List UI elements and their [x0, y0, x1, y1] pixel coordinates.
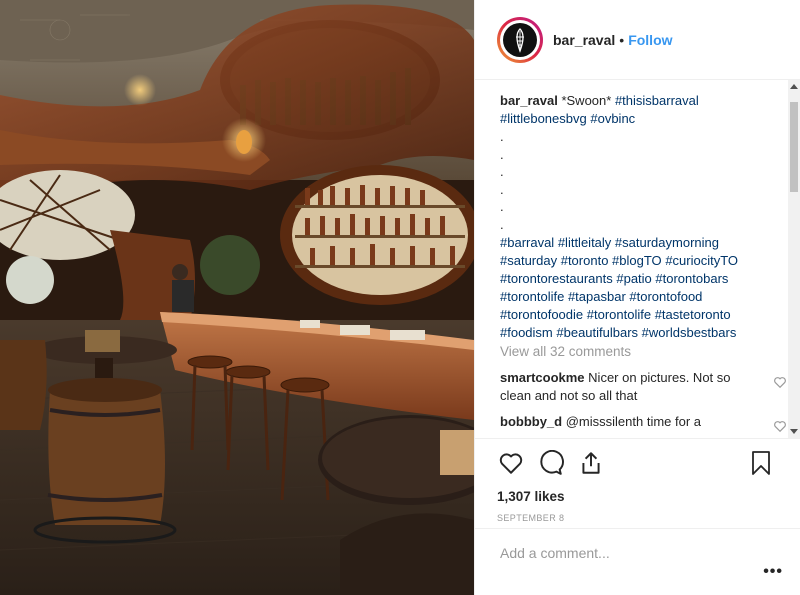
post-actions: 1,307 likes SEPTEMBER 8: [475, 438, 800, 528]
comment-username[interactable]: bobbby_d: [500, 414, 562, 429]
comment-text: @misssilenth time for a: [565, 413, 702, 429]
scroll-down-arrow-icon[interactable]: [790, 429, 798, 434]
hashtag-link[interactable]: #patio: [616, 271, 651, 286]
avatar-logo-icon: [503, 22, 537, 57]
hashtag-link[interactable]: #torontorestaurants: [500, 271, 613, 286]
comments-section: bar_raval *Swoon* #thisisbarraval #littl…: [475, 80, 800, 438]
bookmark-icon: [752, 451, 770, 475]
bar-interior-photo: [0, 0, 474, 595]
add-comment-bar: •••: [475, 528, 800, 595]
comment-like-icon[interactable]: [773, 419, 787, 433]
avatar-frame: [500, 19, 540, 60]
hashtag-line: #saturday #toronto #blogTO #curiocityTO: [500, 252, 787, 270]
scrollbar-thumb[interactable]: [790, 102, 798, 192]
follow-button[interactable]: Follow: [628, 32, 672, 48]
hashtag-link[interactable]: #littleitaly: [558, 235, 611, 250]
caption-dot: .: [500, 181, 504, 197]
hashtag-link[interactable]: #saturday: [500, 253, 557, 268]
hashtag-link[interactable]: #barraval: [500, 235, 554, 250]
post-header: bar_raval • Follow: [475, 0, 800, 80]
comment-button[interactable]: [537, 449, 565, 477]
comment-body: bobbby_d @misssilenth time for a: [500, 413, 773, 433]
hashtag-line: #barraval #littleitaly #saturdaymorning: [500, 234, 787, 252]
hashtag-link[interactable]: #torontobars: [655, 271, 728, 286]
comment-username[interactable]: smartcookme: [500, 370, 585, 385]
scroll-up-arrow-icon[interactable]: [790, 84, 798, 89]
action-icons: [497, 449, 800, 477]
caption-username[interactable]: bar_raval: [500, 93, 558, 108]
hashtag-link[interactable]: #worldsbestbars: [642, 325, 737, 340]
comments-scrollbar[interactable]: [788, 80, 800, 438]
hashtag-line: #torontolife #tapasbar #torontofood: [500, 288, 787, 306]
hashtag-link[interactable]: #saturdaymorning: [615, 235, 719, 250]
caption-dot: .: [500, 146, 504, 162]
share-icon: [582, 452, 600, 474]
avatar[interactable]: [497, 16, 543, 63]
post-side-panel: bar_raval • Follow bar_raval *Swoon* #th…: [474, 0, 800, 595]
hashtag-link[interactable]: #torontolife: [587, 307, 651, 322]
post-photo[interactable]: [0, 0, 474, 595]
hashtag-link[interactable]: #torontofood: [629, 289, 702, 304]
hashtag-line: #torontorestaurants #patio #torontobars: [500, 270, 787, 288]
hashtag-line: #foodism #beautifulbars #worldsbestbars: [500, 324, 787, 342]
hashtag-link[interactable]: #torontolife: [500, 289, 564, 304]
like-button[interactable]: [497, 449, 525, 477]
hashtag-link[interactable]: #thisisbarraval: [615, 93, 699, 108]
caption-dot: .: [500, 199, 504, 215]
comment-item: bobbby_d @misssilenth time for a: [500, 413, 787, 433]
caption-dot: .: [500, 216, 504, 232]
comment-icon: [540, 450, 564, 475]
hashtag-link[interactable]: #foodism: [500, 325, 553, 340]
comment-like-icon[interactable]: [773, 375, 787, 389]
header-separator: •: [619, 31, 625, 48]
likes-count[interactable]: 1,307 likes: [497, 489, 800, 504]
hashtag-link[interactable]: #beautifulbars: [556, 325, 638, 340]
comment-item: smartcookme Nicer on pictures. Not so cl…: [500, 369, 787, 405]
hashtag-link[interactable]: #toronto: [561, 253, 609, 268]
hashtag-link[interactable]: #blogTO: [612, 253, 662, 268]
comment-body: smartcookme Nicer on pictures. Not so cl…: [500, 369, 773, 405]
heart-icon: [499, 453, 523, 474]
hashtag-link[interactable]: #tastetoronto: [655, 307, 731, 322]
hashtag-link[interactable]: #tapasbar: [568, 289, 626, 304]
hashtag-link[interactable]: #littlebonesbvg: [500, 111, 587, 126]
view-all-comments-link[interactable]: View all 32 comments: [500, 343, 787, 361]
hashtag-line: #torontofoodie #torontolife #tastetoront…: [500, 306, 787, 324]
post-date: SEPTEMBER 8: [497, 513, 565, 523]
caption-text: *Swoon*: [561, 93, 612, 108]
header-username[interactable]: bar_raval: [553, 32, 615, 48]
hashtag-link[interactable]: #ovbinc: [590, 111, 635, 126]
caption: bar_raval *Swoon* #thisisbarraval #littl…: [500, 92, 787, 342]
save-button[interactable]: [747, 449, 775, 477]
share-button[interactable]: [577, 449, 605, 477]
more-options-icon[interactable]: •••: [763, 563, 783, 581]
add-comment-input[interactable]: [500, 545, 740, 561]
caption-dot: .: [500, 164, 504, 180]
hashtag-link[interactable]: #curiocityTO: [665, 253, 738, 268]
hashtag-link[interactable]: #torontofoodie: [500, 307, 583, 322]
caption-dot: .: [500, 129, 504, 144]
